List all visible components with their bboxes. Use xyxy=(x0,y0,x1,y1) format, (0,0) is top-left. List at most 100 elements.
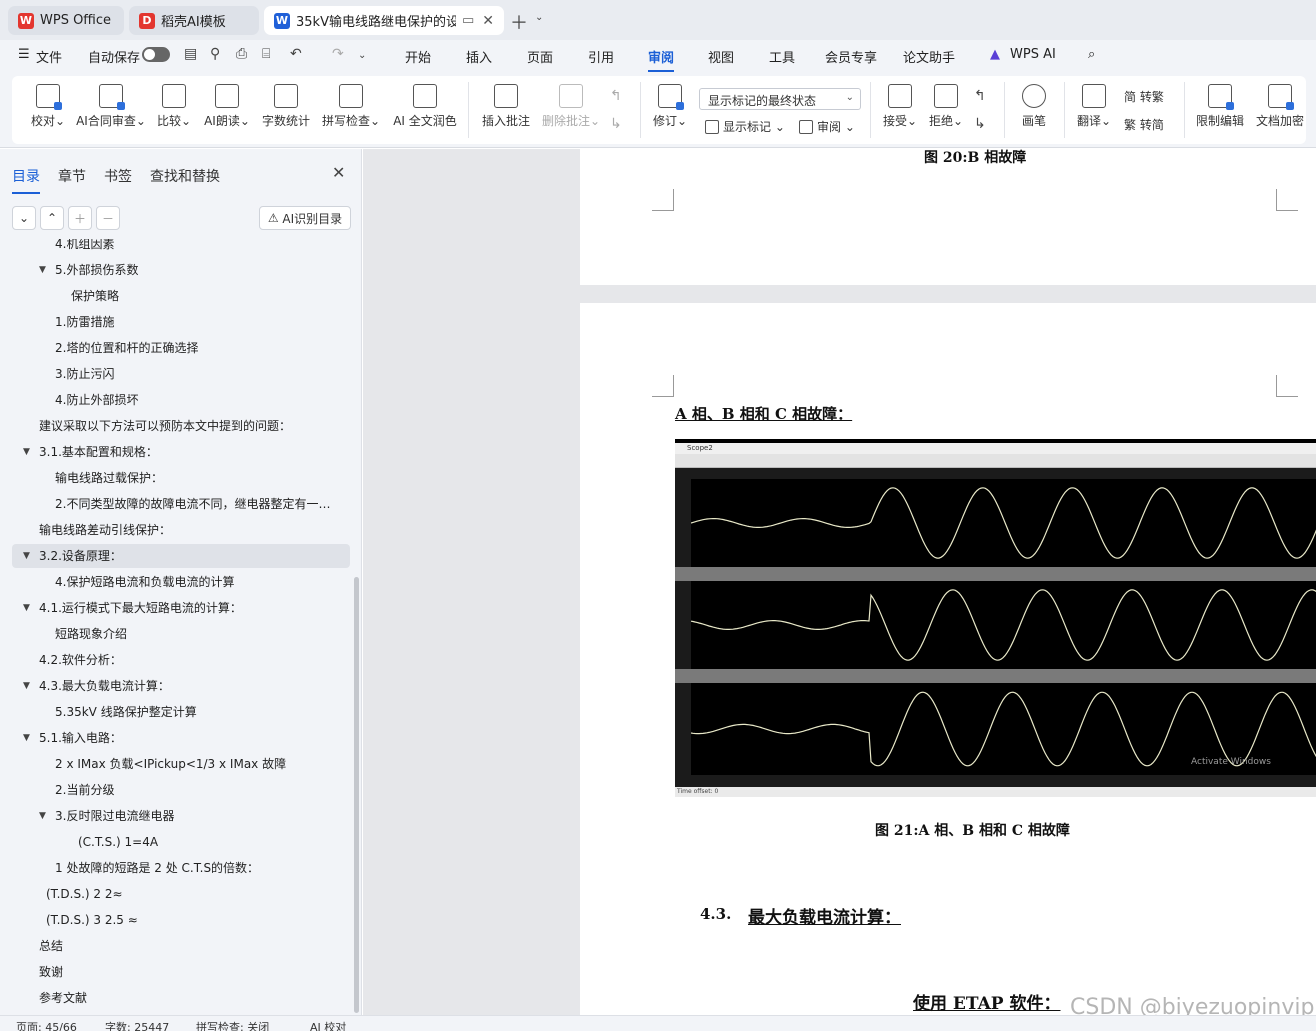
toc-item[interactable]: 参考文献 xyxy=(12,986,350,1010)
word-count-button[interactable]: 字数统计 xyxy=(260,84,312,129)
toc-item[interactable]: ▼ 3.2.设备原理： xyxy=(12,544,350,568)
translate-button[interactable]: 翻译⌄ xyxy=(1074,84,1114,129)
menu-wps-ai[interactable]: WPS AI xyxy=(1010,47,1056,62)
menu-insert[interactable]: 插入 xyxy=(466,47,492,66)
toc-item[interactable]: 2.不同类型故障的故障电流不同，继电器整定有一定的难度 xyxy=(12,492,350,516)
expand-arrow-icon[interactable]: ▼ xyxy=(39,804,46,828)
track-changes-button[interactable]: 修订⌄ xyxy=(650,84,690,129)
tab-find-replace[interactable]: 查找和替换 xyxy=(150,166,220,186)
to-traditional-button[interactable]: 简 转繁 xyxy=(1124,88,1164,105)
ai-contract-review-button[interactable]: AI合同审查⌄ xyxy=(74,84,148,129)
toc-item[interactable]: 3.防止污闪 xyxy=(12,362,350,386)
next-comment-icon[interactable]: ↳ xyxy=(610,116,622,132)
expand-down-button[interactable]: ⌄ xyxy=(12,206,36,230)
toc-item[interactable]: 总结 xyxy=(12,934,350,958)
next-change-icon[interactable]: ↳ xyxy=(974,116,986,132)
menu-references[interactable]: 引用 xyxy=(588,47,614,66)
close-pane-icon[interactable]: ✕ xyxy=(332,163,345,182)
autosave-toggle[interactable] xyxy=(142,47,170,62)
prev-comment-icon[interactable]: ↰ xyxy=(610,88,622,104)
page-indicator[interactable]: 页面: 45/66 xyxy=(16,1019,77,1031)
pen-button[interactable]: 画笔 xyxy=(1016,84,1052,129)
add-level-button[interactable]: ＋ xyxy=(68,206,92,230)
toc-item[interactable]: ▼ 4.1.运行模式下最大短路电流的计算： xyxy=(12,596,350,620)
wps-ai-icon[interactable]: ▲ xyxy=(990,47,1000,62)
redo-icon[interactable]: ↷ xyxy=(332,46,344,62)
expand-arrow-icon[interactable]: ▼ xyxy=(23,726,30,750)
review-pane-button[interactable]: 审阅 ⌄ xyxy=(799,118,855,135)
toc-item[interactable]: 1.防雷措施 xyxy=(12,310,350,334)
toc-item[interactable]: ▼ 3.反时限过电流继电器 xyxy=(12,804,350,828)
search-icon[interactable]: ⌕ xyxy=(1088,47,1095,62)
save-icon[interactable]: ▤ xyxy=(184,46,197,62)
new-tab-icon[interactable]: ＋ xyxy=(510,9,528,35)
prev-change-icon[interactable]: ↰ xyxy=(974,88,986,104)
undo-icon[interactable]: ↶ xyxy=(290,46,302,62)
toc-item[interactable]: 5.35kV 线路保护整定计算 xyxy=(12,700,350,724)
toc-item[interactable]: 输电线路差动引线保护： xyxy=(12,518,350,542)
to-simplified-button[interactable]: 繁 转简 xyxy=(1124,116,1164,133)
reject-button[interactable]: 拒绝⌄ xyxy=(926,84,966,129)
menu-thesis-assistant[interactable]: 论文助手 xyxy=(903,47,955,66)
menu-file[interactable]: 文件 xyxy=(36,47,62,66)
ai-polish-button[interactable]: AI 全文润色 xyxy=(390,84,460,129)
restrict-editing-button[interactable]: 限制编辑 xyxy=(1194,84,1246,129)
share-icon[interactable]: ⚲ xyxy=(210,46,220,62)
toc-item[interactable]: 2.塔的位置和杆的正确选择 xyxy=(12,336,350,360)
toc-item[interactable]: ▼ 3.1.基本配置和规格： xyxy=(12,440,350,464)
tab-sections[interactable]: 章节 xyxy=(58,166,86,186)
toc-item[interactable]: 4.防止外部损坏 xyxy=(12,388,350,412)
toc-item[interactable]: 短路现象介绍 xyxy=(12,622,350,646)
ai-check-status[interactable]: AI 校对 xyxy=(310,1019,346,1031)
menu-home[interactable]: 开始 xyxy=(405,47,431,66)
toc-item[interactable]: 致谢 xyxy=(12,960,350,984)
delete-comment-button[interactable]: 删除批注⌄ xyxy=(540,84,602,129)
toc-item[interactable]: ▼ 4.3.最大负载电流计算： xyxy=(12,674,350,698)
close-tab-icon[interactable]: ✕ xyxy=(482,13,494,29)
spell-check-button[interactable]: 拼写检查⌄ xyxy=(320,84,382,129)
markup-mode-select[interactable]: 显示标记的最终状态 ⌄ xyxy=(699,88,861,110)
tab-bookmarks[interactable]: 书签 xyxy=(104,166,132,186)
toc-item[interactable]: 1 处故障的短路是 2 处 C.T.S的倍数： xyxy=(12,856,350,880)
menu-view[interactable]: 视图 xyxy=(708,47,734,66)
expand-arrow-icon[interactable]: ▼ xyxy=(23,544,30,568)
toc-item[interactable]: 4.2.软件分析： xyxy=(12,648,350,672)
chevron-down-icon[interactable]: ⌄ xyxy=(535,12,543,23)
ai-read-aloud-button[interactable]: AI朗读⌄ xyxy=(202,84,252,129)
toc-item[interactable]: ▼ 5.1.输入电路： xyxy=(12,726,350,750)
monitor-icon[interactable]: ▭ xyxy=(462,13,474,28)
tab-docer-ai[interactable]: D 稻壳AI模板 xyxy=(129,6,259,35)
toc-item[interactable]: 4.保护短路电流和负载电流的计算 xyxy=(12,570,350,594)
tab-document[interactable]: W 35kV输电线路继电保护的设计 ▭ ✕ xyxy=(264,6,504,35)
expand-arrow-icon[interactable]: ▼ xyxy=(23,674,30,698)
menu-review[interactable]: 审阅 xyxy=(648,47,675,72)
compare-button[interactable]: 比较⌄ xyxy=(154,84,194,129)
expand-arrow-icon[interactable]: ▼ xyxy=(23,596,30,620)
print-icon[interactable]: ⎙ xyxy=(236,46,247,62)
insert-comment-button[interactable]: 插入批注 xyxy=(480,84,532,129)
collapse-up-button[interactable]: ⌃ xyxy=(40,206,64,230)
toc-item[interactable]: 建议采取以下方法可以预防本文中提到的问题： xyxy=(12,414,350,438)
menu-page[interactable]: 页面 xyxy=(527,47,553,66)
accept-button[interactable]: 接受⌄ xyxy=(880,84,920,129)
toc-item[interactable]: 2 x IMax 负载<IPickup<1/3 x IMax 故障 xyxy=(12,752,350,776)
toc-scrollbar[interactable] xyxy=(354,577,359,1013)
toc-item[interactable]: (C.T.S.) 1=4A xyxy=(12,830,350,854)
remove-level-button[interactable]: － xyxy=(96,206,120,230)
tab-wps-office[interactable]: W WPS Office xyxy=(8,6,124,35)
toc-item[interactable]: (T.D.S.) 2 2≈ xyxy=(12,882,350,906)
toc-item[interactable]: 2.当前分级 xyxy=(12,778,350,802)
tab-toc[interactable]: 目录 xyxy=(12,166,40,194)
expand-arrow-icon[interactable]: ▼ xyxy=(23,440,30,464)
print-preview-icon[interactable]: ⌸ xyxy=(262,46,270,62)
show-markup-button[interactable]: 显示标记 ⌄ xyxy=(705,118,785,135)
encrypt-document-button[interactable]: 文档加密 xyxy=(1254,84,1306,129)
toc-item[interactable]: 保护策略 xyxy=(12,284,350,308)
menu-tools[interactable]: 工具 xyxy=(769,47,795,66)
ai-toc-button[interactable]: ⚠ AI识别目录 xyxy=(259,206,351,230)
toc-item[interactable]: 输电线路过载保护： xyxy=(12,466,350,490)
toc-item[interactable]: 4.机组因素 xyxy=(12,239,350,256)
word-count[interactable]: 字数: 25447 xyxy=(105,1019,169,1031)
proofread-button[interactable]: 校对⌄ xyxy=(28,84,68,129)
expand-arrow-icon[interactable]: ▼ xyxy=(39,258,46,282)
